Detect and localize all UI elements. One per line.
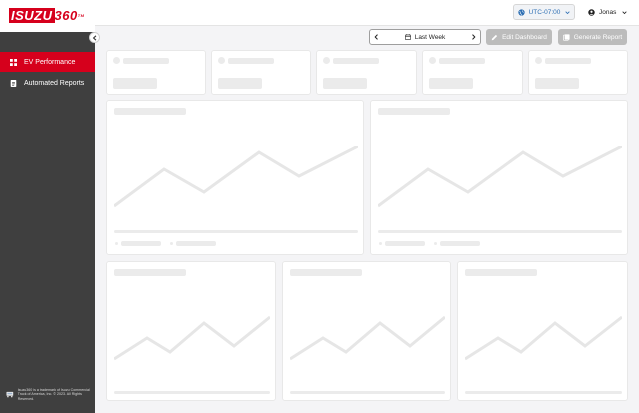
globe-icon <box>517 8 525 16</box>
date-range-picker[interactable]: Last Week <box>369 29 481 45</box>
skeleton-title <box>378 108 450 115</box>
sidebar-item-label: EV Performance <box>24 58 76 66</box>
user-menu[interactable]: Jonas <box>588 4 638 20</box>
skeleton-line <box>439 58 485 64</box>
user-name: Jonas <box>599 8 617 16</box>
top-bar: UTC-07:00 Jonas <box>95 0 639 26</box>
skeleton-dot <box>535 57 542 64</box>
report-icon <box>10 79 17 87</box>
skeleton-dot <box>218 57 225 64</box>
skeleton-title <box>114 108 186 115</box>
chart-card-skeleton <box>457 261 628 401</box>
sidebar-item-label: Automated Reports <box>24 79 85 87</box>
skeleton-dot <box>379 242 382 245</box>
logo-area: ISUZU 360TM <box>0 0 95 32</box>
chevron-right-icon[interactable] <box>471 34 476 40</box>
skeleton-title <box>465 269 537 276</box>
skeleton-dot <box>429 57 436 64</box>
kpi-card-skeleton <box>211 50 311 95</box>
skeleton-legend <box>121 241 161 246</box>
skeleton-legend <box>385 241 425 246</box>
edit-dashboard-label: Edit Dashboard <box>502 33 547 41</box>
chevron-down-icon <box>622 10 627 14</box>
truck-icon <box>6 391 14 398</box>
skeleton-title <box>114 269 186 276</box>
skeleton-block <box>323 78 367 89</box>
skeleton-axis <box>114 230 358 233</box>
date-range-display[interactable]: Last Week <box>404 33 446 41</box>
skeleton-legend <box>176 241 216 246</box>
sidebar-item-ev-performance[interactable]: EV Performance <box>0 52 95 72</box>
skeleton-axis <box>290 391 445 394</box>
copyright-text: Isuzu360 is a trademark of Isuzu Commerc… <box>17 388 90 401</box>
edit-dashboard-button[interactable]: Edit Dashboard <box>486 29 552 45</box>
skeleton-line-chart <box>465 315 622 361</box>
sidebar: ISUZU 360TM EV Performance Automated Repo… <box>0 0 95 413</box>
dashboard-icon <box>10 58 17 66</box>
sidebar-item-automated-reports[interactable]: Automated Reports <box>0 73 95 93</box>
skeleton-line-chart <box>114 146 358 208</box>
chart-card-skeleton <box>282 261 451 401</box>
sidebar-collapse-button[interactable] <box>89 32 100 43</box>
chevron-left-icon <box>92 34 96 41</box>
skeleton-block <box>535 78 579 89</box>
chart-card-skeleton <box>106 261 276 401</box>
chevron-left-icon[interactable] <box>374 34 379 40</box>
skeleton-axis <box>378 230 622 233</box>
kpi-card-skeleton <box>316 50 417 95</box>
skeleton-axis <box>465 391 622 394</box>
report-icon <box>562 33 570 41</box>
sidebar-footer: Isuzu360 is a trademark of Isuzu Commerc… <box>6 388 92 401</box>
timezone-label: UTC-07:00 <box>528 8 561 16</box>
skeleton-dot <box>113 57 120 64</box>
date-range-label: Last Week <box>414 33 446 41</box>
chevron-down-icon <box>565 10 571 14</box>
skeleton-dot <box>170 242 173 245</box>
chart-card-skeleton <box>106 100 364 255</box>
generate-report-button[interactable]: Generate Report <box>558 29 627 45</box>
skeleton-line-chart <box>290 315 445 361</box>
skeleton-block <box>429 78 473 89</box>
generate-report-label: Generate Report <box>573 33 623 41</box>
skeleton-dot <box>115 242 118 245</box>
calendar-icon <box>404 34 411 40</box>
skeleton-line-chart <box>378 146 622 208</box>
skeleton-axis <box>114 391 270 394</box>
skeleton-line <box>228 58 274 64</box>
pencil-icon <box>491 34 498 40</box>
skeleton-dot <box>434 242 437 245</box>
skeleton-line-chart <box>114 315 270 361</box>
skeleton-block <box>113 78 157 89</box>
skeleton-block <box>218 78 262 89</box>
skeleton-legend <box>440 241 480 246</box>
kpi-card-skeleton <box>422 50 523 95</box>
user-icon <box>588 8 595 16</box>
kpi-card-skeleton <box>106 50 206 95</box>
chart-card-skeleton <box>370 100 628 255</box>
skeleton-dot <box>323 57 330 64</box>
kpi-card-skeleton <box>528 50 628 95</box>
skeleton-line <box>333 58 379 64</box>
timezone-selector[interactable]: UTC-07:00 <box>513 4 575 20</box>
skeleton-line <box>545 58 591 64</box>
isuzu360-logo: ISUZU 360TM <box>9 8 85 23</box>
skeleton-title <box>290 269 362 276</box>
skeleton-line <box>123 58 169 64</box>
